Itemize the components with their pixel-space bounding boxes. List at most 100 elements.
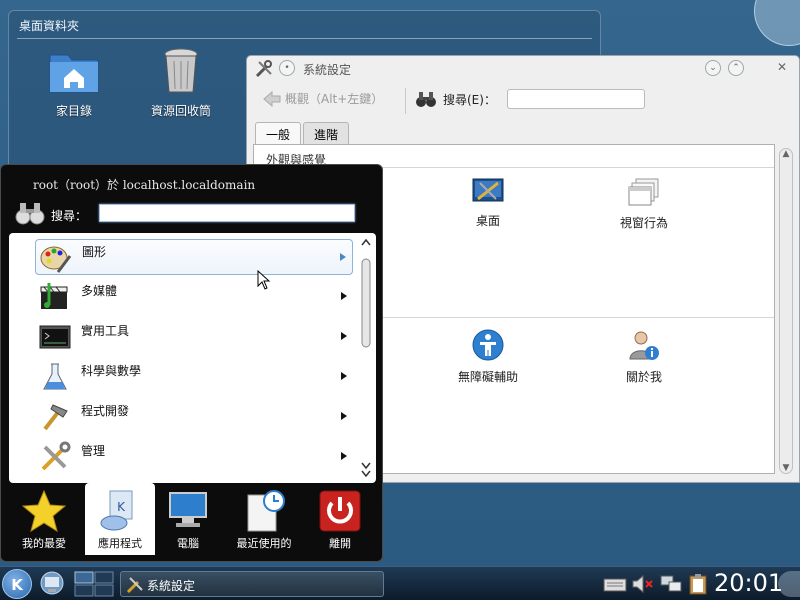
trash-icon <box>164 48 198 93</box>
kickoff-launcher-button[interactable]: K <box>2 569 32 599</box>
kickoff-tab-favorites[interactable]: 我的最愛 <box>9 483 79 553</box>
module-accessibility[interactable]: 無障礙輔助 <box>438 329 538 385</box>
multimedia-icon <box>40 283 68 309</box>
scroll-up-arrow[interactable]: ▲ <box>780 149 792 159</box>
settings-tabs: 一般 進階 <box>255 122 351 144</box>
kickoff-item-label: 程式開發 <box>81 404 130 418</box>
taskbar-task-label: 系統設定 <box>147 579 196 593</box>
kickoff-item-utilities[interactable]: 實用工具 <box>35 319 353 355</box>
kickoff-user-info: root（root）於 localhost.localdomain <box>33 178 256 192</box>
toolbar-separator <box>405 88 406 114</box>
chevron-right-icon <box>341 452 347 460</box>
module-window-behavior[interactable]: 視窗行為 <box>594 177 694 231</box>
kickoff-tab-label: 離開 <box>329 537 351 550</box>
utilities-icon <box>39 325 71 349</box>
administration-icon <box>41 441 71 471</box>
desktop-icon-trash[interactable]: 資源回收筒 <box>136 47 226 119</box>
folder-view-divider <box>17 38 592 39</box>
overview-back-button[interactable]: 概觀（Alt+左鍵） <box>263 90 383 107</box>
kickoff-item-label: 圖形 <box>82 245 107 259</box>
chevron-right-icon <box>341 292 347 300</box>
maximize-button[interactable]: ⌃ <box>728 60 744 76</box>
desktop-icon-home[interactable]: 家目錄 <box>29 47 119 119</box>
binoculars-icon <box>15 203 45 225</box>
desktop-icon-label: 家目錄 <box>55 104 92 118</box>
kickoff-tab-computer[interactable]: 電腦 <box>153 483 223 553</box>
clock[interactable]: 20:01 <box>714 569 783 597</box>
kickoff-list-scrollbar[interactable] <box>360 237 372 477</box>
window-menu-button[interactable]: • <box>279 60 295 76</box>
kickoff-item-label: 管理 <box>81 444 106 458</box>
kickoff-item-development[interactable]: 程式開發 <box>35 399 353 435</box>
folder-view-title: 桌面資料夾 <box>19 19 80 33</box>
back-arrow-icon <box>263 90 281 107</box>
minimize-button[interactable]: ⌄ <box>705 60 721 76</box>
tab-general[interactable]: 一般 <box>255 122 302 144</box>
module-label: 視窗行為 <box>619 216 668 230</box>
panel-toolbox-button[interactable] <box>778 571 800 597</box>
settings-search-input[interactable] <box>507 89 645 109</box>
computer-icon <box>169 492 207 527</box>
kickoff-launcher-menu: root（root）於 localhost.localdomain 搜尋： 圖形 <box>0 164 383 562</box>
settings-scrollbar[interactable]: ▲ ▼ <box>779 148 793 474</box>
mouse-cursor-icon <box>257 270 271 290</box>
science-icon <box>43 363 67 390</box>
kickoff-item-label: 科學與數學 <box>81 364 142 378</box>
window-behavior-icon <box>628 178 659 206</box>
kde-logo-icon: K <box>11 576 24 594</box>
close-button[interactable]: ✕ <box>774 60 790 76</box>
kickoff-tab-label: 電腦 <box>177 537 199 550</box>
kickoff-search-input[interactable] <box>99 204 355 222</box>
show-desktop-icon[interactable] <box>38 571 66 597</box>
module-label: 無障礙輔助 <box>457 370 518 384</box>
tab-advanced[interactable]: 進階 <box>303 122 350 144</box>
desktop-icon-label: 資源回收筒 <box>150 104 211 118</box>
development-icon <box>43 404 68 431</box>
svg-text:K: K <box>117 500 126 514</box>
kickoff-item-science[interactable]: 科學與數學 <box>35 359 353 395</box>
kickoff-application-list: 圖形 多媒體 實用工具 科學與數學 程式開發 管理 <box>9 233 376 483</box>
chevron-right-icon <box>341 332 347 340</box>
chevron-right-icon <box>341 412 347 420</box>
taskbar-task-system-settings[interactable]: 系統設定 <box>120 571 384 597</box>
module-label: 桌面 <box>475 214 500 228</box>
kickoff-item-label: 實用工具 <box>81 324 130 338</box>
chevron-right-icon <box>341 372 347 380</box>
leave-icon <box>319 490 361 532</box>
kickoff-item-graphics[interactable]: 圖形 <box>35 239 353 275</box>
kickoff-item-administration[interactable]: 管理 <box>35 439 353 475</box>
settings-search-label: 搜尋(E)： <box>443 93 496 107</box>
applications-icon: K <box>100 490 133 531</box>
binoculars-icon <box>416 92 436 107</box>
graphics-icon <box>40 246 72 273</box>
scroll-down-arrow[interactable]: ▼ <box>780 463 792 473</box>
clipboard-icon[interactable] <box>687 573 709 595</box>
kickoff-tabs: 我的最愛 K 應用程式 電腦 最近使用的 離開 <box>1 483 382 561</box>
kickoff-item-multimedia[interactable]: 多媒體 <box>35 279 353 315</box>
overview-back-label: 概觀（Alt+左鍵） <box>285 92 384 106</box>
volume-muted-icon[interactable] <box>631 575 655 593</box>
kickoff-tab-label: 應用程式 <box>98 537 142 550</box>
kickoff-search-label: 搜尋： <box>51 209 88 223</box>
window-titlebar[interactable]: • 系統設定 ⌄ ⌃ ✕ <box>247 56 799 80</box>
recent-icon <box>247 490 285 532</box>
module-about-me[interactable]: 關於我 <box>594 329 694 385</box>
kickoff-tab-leave[interactable]: 離開 <box>305 483 375 553</box>
chevron-right-icon <box>340 253 346 261</box>
taskbar-panel: K 系統設定 20:01 <box>0 566 800 600</box>
pager-icon[interactable] <box>74 571 114 597</box>
kickoff-tab-recent[interactable]: 最近使用的 <box>229 483 299 553</box>
desktop-icon <box>472 178 504 202</box>
tools-icon <box>255 60 272 78</box>
system-tray <box>599 571 709 597</box>
module-desktop[interactable]: 桌面 <box>438 177 538 229</box>
kickoff-item-label: 多媒體 <box>81 284 118 298</box>
kickoff-tab-label: 最近使用的 <box>236 537 292 550</box>
keyboard-icon[interactable] <box>603 575 627 593</box>
network-icon[interactable] <box>659 574 683 594</box>
settings-toolbar: 概觀（Alt+左鍵） 搜尋(E)： <box>247 82 799 118</box>
module-label: 關於我 <box>625 370 662 384</box>
svg-text:K: K <box>11 576 24 594</box>
desktop-cashew-button[interactable] <box>754 0 800 46</box>
kickoff-tab-applications[interactable]: K 應用程式 <box>85 483 155 555</box>
